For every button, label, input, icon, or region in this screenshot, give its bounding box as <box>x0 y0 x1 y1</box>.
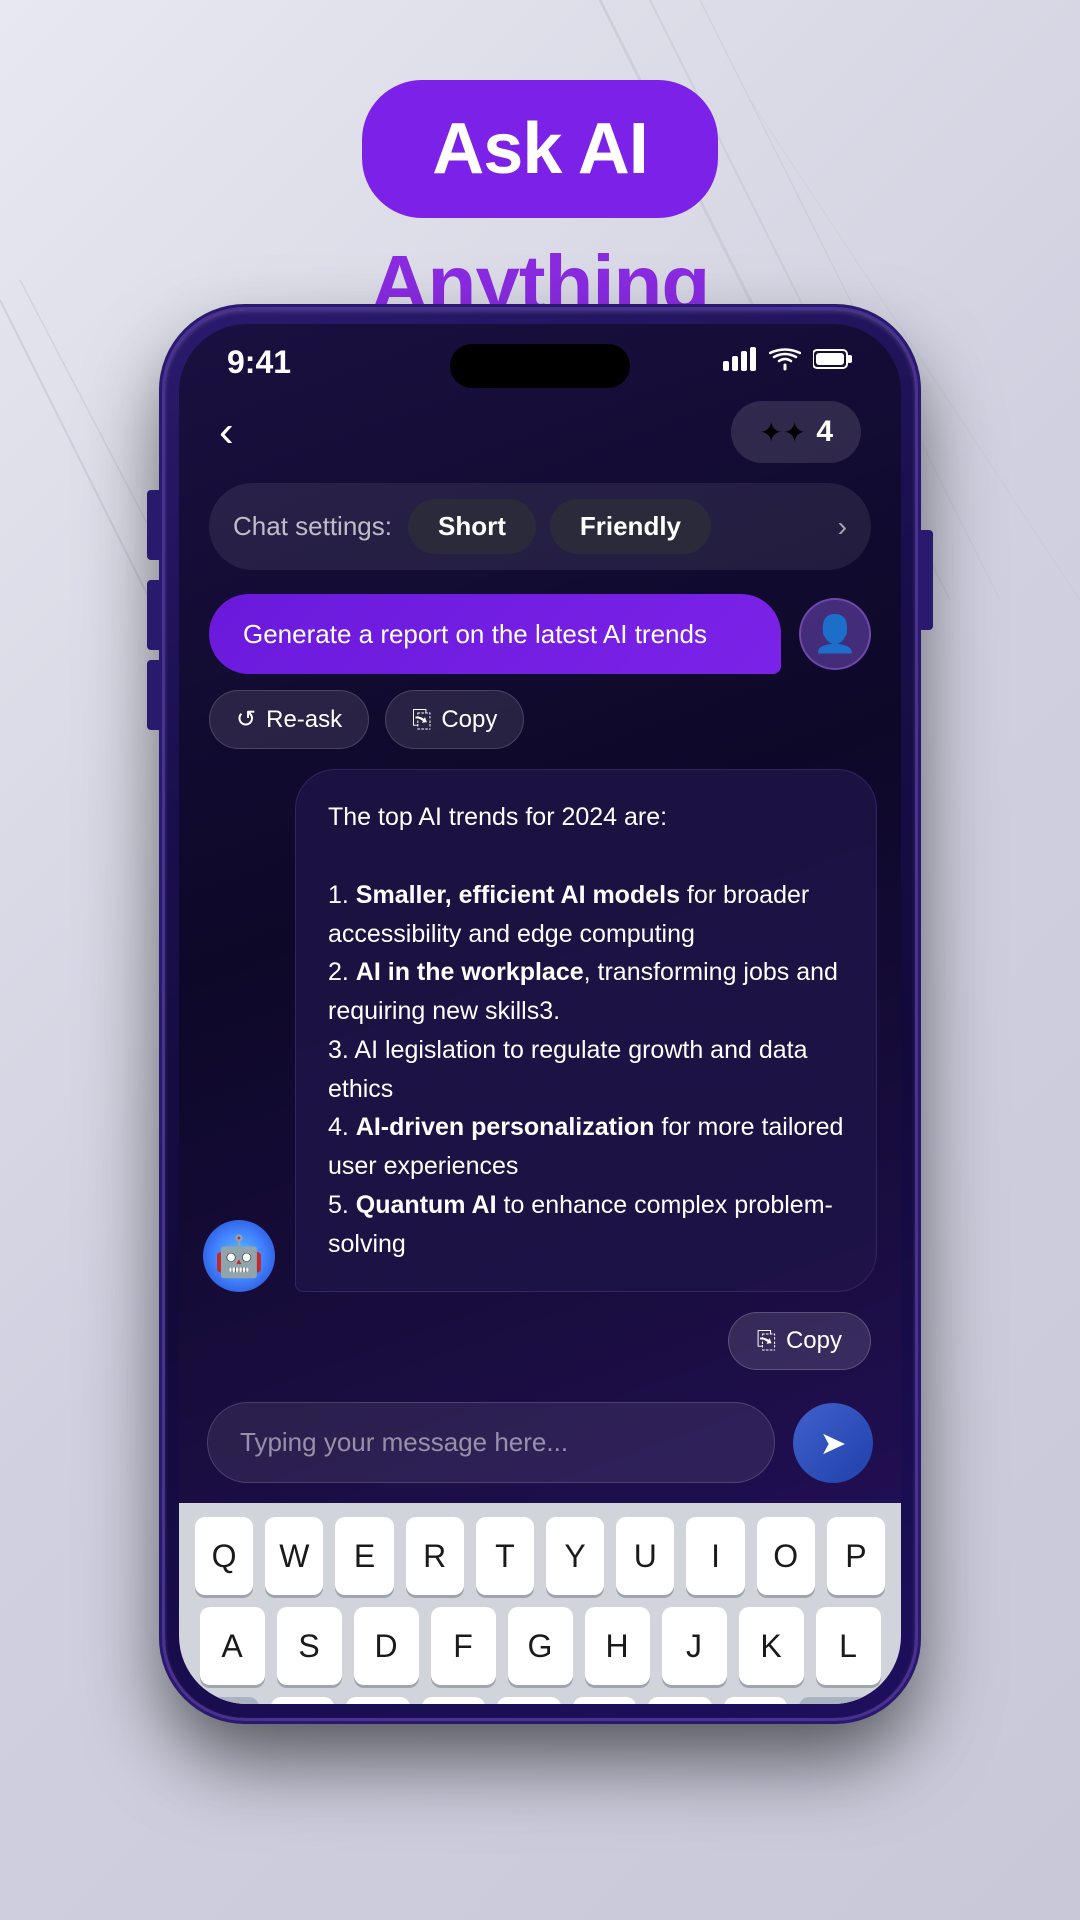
message-input[interactable]: Typing your message here... <box>207 1402 775 1483</box>
copy-icon-response: ⎘ <box>757 1327 776 1355</box>
avatar-icon: 👤 <box>813 613 858 655</box>
ai-message-text: The top AI trends for 2024 are: 1. Small… <box>328 798 844 1263</box>
reask-button[interactable]: ↺ Re-ask <box>209 690 369 749</box>
header-section: Ask AI Anything <box>0 0 1080 330</box>
copy-response-label: Copy <box>786 1327 842 1355</box>
key-x[interactable]: X <box>346 1697 410 1704</box>
shift-key[interactable]: ⇧ <box>195 1697 259 1704</box>
dynamic-island <box>450 344 630 388</box>
key-d[interactable]: D <box>354 1607 419 1685</box>
key-y[interactable]: Y <box>546 1517 604 1595</box>
key-t[interactable]: T <box>476 1517 534 1595</box>
key-q[interactable]: Q <box>195 1517 253 1595</box>
key-k[interactable]: K <box>739 1607 804 1685</box>
key-a[interactable]: A <box>200 1607 265 1685</box>
delete-key[interactable]: ⌫ <box>799 1697 885 1704</box>
back-button[interactable]: ‹ <box>219 407 234 457</box>
ai-message-bubble: The top AI trends for 2024 are: 1. Small… <box>295 769 877 1292</box>
key-e[interactable]: E <box>335 1517 393 1595</box>
status-time: 9:41 <box>227 344 291 381</box>
status-icons <box>723 347 853 378</box>
key-n[interactable]: N <box>648 1697 712 1704</box>
copy-response-button[interactable]: ⎘ Copy <box>728 1312 871 1370</box>
key-v[interactable]: V <box>497 1697 561 1704</box>
settings-chips: Short Friendly <box>408 499 822 554</box>
key-o[interactable]: O <box>757 1517 815 1595</box>
signal-icon <box>723 347 757 378</box>
key-p[interactable]: P <box>827 1517 885 1595</box>
settings-chip-short[interactable]: Short <box>408 499 536 554</box>
reask-icon: ↺ <box>236 705 256 734</box>
ai-intro: The top AI trends for 2024 are: <box>328 803 667 831</box>
keyboard-row-1: Q W E R T Y U I O P <box>195 1517 885 1595</box>
user-message-bubble: Generate a report on the latest AI trend… <box>209 594 781 674</box>
key-r[interactable]: R <box>406 1517 464 1595</box>
keyboard-row-2: A S D F G H J K L <box>195 1607 885 1685</box>
copy-btn-area: ⎘ Copy <box>179 1312 901 1386</box>
key-f[interactable]: F <box>431 1607 496 1685</box>
credits-badge[interactable]: ✦✦ 4 <box>731 401 861 463</box>
input-area: Typing your message here... ➤ <box>179 1386 901 1503</box>
copy-icon: ⎘ <box>412 706 431 734</box>
key-b[interactable]: B <box>573 1697 637 1704</box>
ai-avatar-image: 🤖 <box>203 1220 275 1292</box>
keyboard-row-3: ⇧ Z X C V B N M ⌫ <box>195 1697 885 1704</box>
send-button[interactable]: ➤ <box>793 1403 873 1483</box>
send-icon: ➤ <box>820 1424 847 1462</box>
copy-message-button[interactable]: ⎘ Copy <box>385 690 524 749</box>
nav-bar: ‹ ✦✦ 4 <box>179 391 901 483</box>
key-h[interactable]: H <box>585 1607 650 1685</box>
user-avatar: 👤 <box>799 598 871 670</box>
key-i[interactable]: I <box>686 1517 744 1595</box>
ask-ai-badge: Ask AI <box>362 80 717 218</box>
user-message-text: Generate a report on the latest AI trend… <box>243 619 707 649</box>
credits-count: 4 <box>816 415 833 449</box>
chat-settings-label: Chat settings: <box>233 511 392 542</box>
ask-ai-title: Ask AI <box>432 109 647 189</box>
reask-label: Re-ask <box>266 706 342 734</box>
key-g[interactable]: G <box>508 1607 573 1685</box>
key-w[interactable]: W <box>265 1517 323 1595</box>
key-l[interactable]: L <box>816 1607 881 1685</box>
chevron-right-icon: › <box>838 511 847 543</box>
settings-chip-friendly[interactable]: Friendly <box>550 499 711 554</box>
key-u[interactable]: U <box>616 1517 674 1595</box>
keyboard: Q W E R T Y U I O P A S D F G <box>179 1503 901 1704</box>
phone-screen: 9:41 ‹ ✦✦ <box>179 324 901 1704</box>
ai-response-area: 🤖 The top AI trends for 2024 are: 1. Sma… <box>179 769 901 1312</box>
wifi-icon <box>769 347 801 378</box>
key-c[interactable]: C <box>422 1697 486 1704</box>
key-s[interactable]: S <box>277 1607 342 1685</box>
status-bar: 9:41 <box>179 324 901 391</box>
phone-mockup: 9:41 ‹ ✦✦ <box>165 310 915 1718</box>
action-buttons: ↺ Re-ask ⎘ Copy <box>179 690 901 769</box>
key-m[interactable]: M <box>724 1697 788 1704</box>
key-z[interactable]: Z <box>271 1697 335 1704</box>
copy-message-label: Copy <box>441 706 497 734</box>
key-j[interactable]: J <box>662 1607 727 1685</box>
input-placeholder: Typing your message here... <box>240 1427 568 1457</box>
ai-avatar: 🤖 <box>203 1220 275 1292</box>
chat-settings-bar[interactable]: Chat settings: Short Friendly › <box>209 483 871 570</box>
user-message-area: Generate a report on the latest AI trend… <box>179 594 901 690</box>
phone-outer: 9:41 ‹ ✦✦ <box>165 310 915 1718</box>
battery-icon <box>813 348 853 377</box>
sparkle-icon: ✦✦ <box>759 416 806 449</box>
